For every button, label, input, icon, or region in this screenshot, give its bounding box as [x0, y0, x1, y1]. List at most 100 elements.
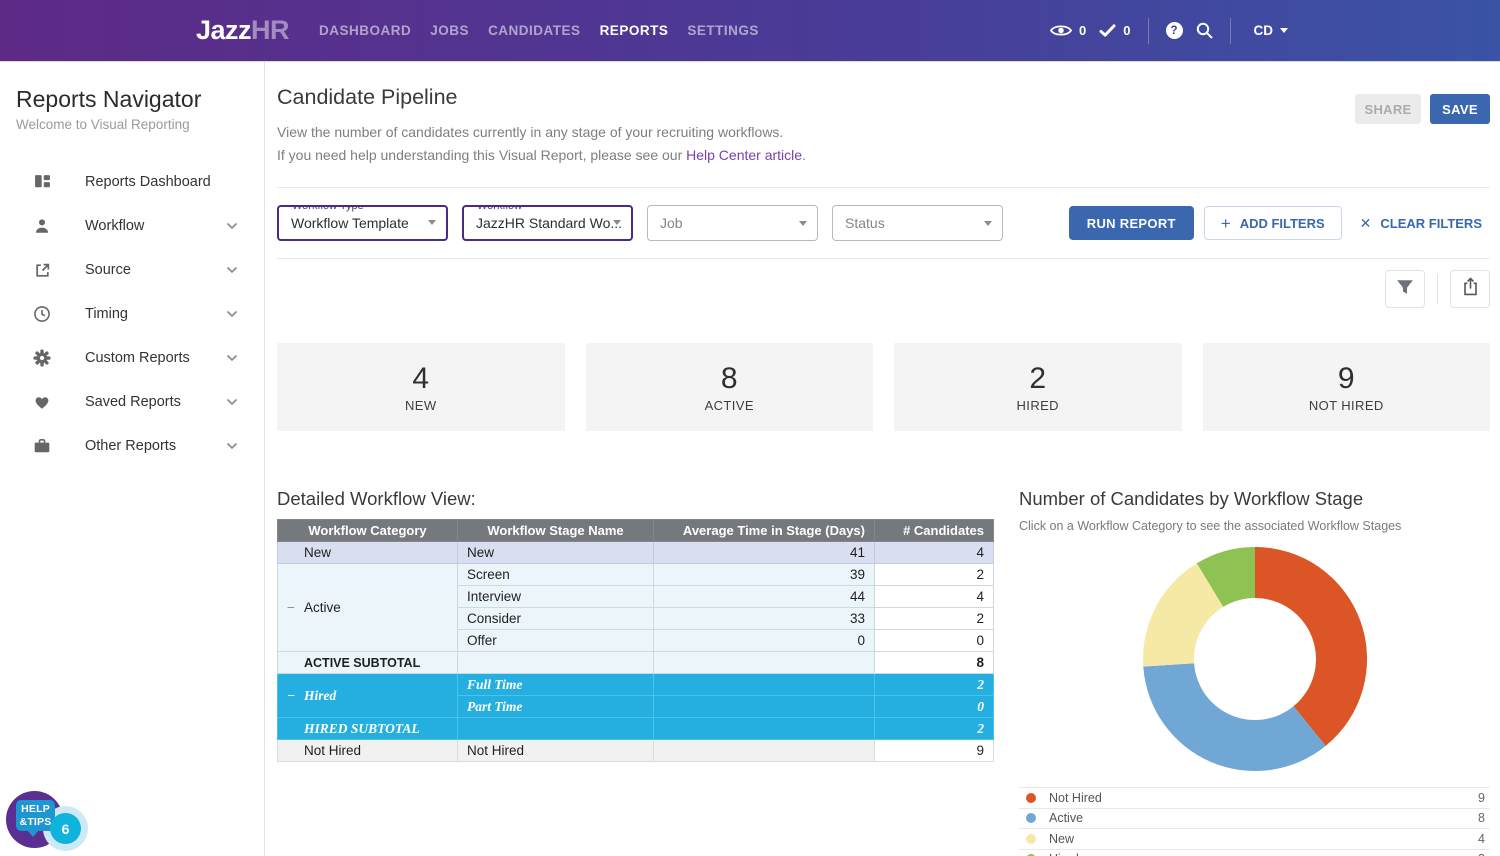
nav-divider [1230, 18, 1231, 44]
table-row[interactable]: Not HiredNot Hired9 [278, 740, 994, 762]
export-button[interactable] [1450, 270, 1490, 308]
user-menu[interactable]: CD [1254, 23, 1289, 38]
table-row[interactable]: ACTIVE SUBTOTAL 8 [278, 652, 994, 674]
workflow-type-label: Workflow Type [287, 205, 369, 213]
workflow-type-select[interactable]: Workflow Type Workflow Template [277, 205, 448, 241]
table-cell: 0 [654, 630, 875, 652]
table-cell: Screen [458, 564, 654, 586]
search-icon[interactable] [1196, 22, 1213, 39]
column-header: Workflow Stage Name [458, 520, 654, 542]
stat-card-hired[interactable]: 2 HIRED [894, 343, 1182, 431]
help-tips-widget[interactable]: HELP &TIPS 6 [6, 789, 90, 855]
jazzhr-logo[interactable]: JazzHR [196, 15, 289, 46]
sidebar-menu: Reports Dashboard Workflow Source Timing… [0, 160, 264, 468]
legend-dot [1026, 834, 1036, 844]
nav-link-dashboard[interactable]: DASHBOARD [319, 23, 411, 38]
nav-link-reports[interactable]: REPORTS [600, 23, 669, 38]
jazzhr-app: JazzHR DASHBOARD JOBS CANDIDATES REPORTS SET… [0, 0, 1500, 856]
legend-dot [1026, 793, 1036, 803]
column-header: Average Time in Stage (Days) [654, 520, 875, 542]
table-cell: 8 [875, 652, 994, 674]
watch-counter[interactable]: 0 [1050, 23, 1086, 38]
stat-card-not-hired[interactable]: 9 NOT HIRED [1203, 343, 1491, 431]
filter-actions: RUN REPORT +ADD FILTERS ✕CLEAR FILTERS [1069, 206, 1490, 240]
chevron-down-icon [226, 398, 238, 406]
chevron-down-icon [226, 310, 238, 318]
table-row[interactable]: −HiredFull Time2 [278, 674, 994, 696]
sidebar-item-timing[interactable]: Timing [0, 292, 264, 336]
table-cell: 0 [875, 630, 994, 652]
sidebar-item-other-reports[interactable]: Other Reports [0, 424, 264, 468]
table-cell [654, 740, 875, 762]
stat-card-active[interactable]: 8 ACTIVE [586, 343, 874, 431]
donut-slice-not-hired[interactable] [1255, 547, 1367, 746]
logo-jazz: Jazz [196, 15, 251, 45]
table-row[interactable]: HIRED SUBTOTAL2 [278, 718, 994, 740]
sidebar-item-label: Timing [85, 306, 128, 322]
job-select[interactable]: Job [647, 205, 818, 241]
workflow-table: Workflow CategoryWorkflow Stage NameAver… [277, 519, 994, 762]
help-icon[interactable]: ? [1166, 22, 1183, 39]
workflow-type-value: Workflow Template [291, 215, 409, 231]
legend-value: 4 [1478, 832, 1490, 846]
clear-filters-button[interactable]: ✕CLEAR FILTERS [1352, 215, 1490, 232]
share-button[interactable]: SHARE [1355, 94, 1421, 124]
table-row[interactable]: −ActiveScreen392 [278, 564, 994, 586]
help-tips-badge: 6 [50, 813, 81, 844]
export-icon [1462, 277, 1479, 301]
table-row[interactable]: NewNew414 [278, 542, 994, 564]
save-button[interactable]: SAVE [1430, 94, 1490, 124]
table-cell [654, 718, 875, 740]
add-filters-button[interactable]: +ADD FILTERS [1204, 206, 1342, 240]
stat-value: 9 [1338, 362, 1355, 396]
legend-item-new[interactable]: New 4 [1019, 828, 1490, 849]
sidebar-item-saved-reports[interactable]: Saved Reports [0, 380, 264, 424]
detailed-workflow-section: Detailed Workflow View: Workflow Categor… [277, 488, 993, 856]
workflow-value: JazzHR Standard Wo... [476, 215, 622, 231]
chevron-down-icon [1280, 28, 1288, 33]
legend-item-active[interactable]: Active 8 [1019, 808, 1490, 829]
table-cell: ACTIVE SUBTOTAL [278, 652, 458, 674]
funnel-icon [1396, 279, 1414, 300]
person-icon [32, 217, 52, 235]
sidebar-item-workflow[interactable]: Workflow [0, 204, 264, 248]
sidebar-item-custom-reports[interactable]: Custom Reports [0, 336, 264, 380]
column-header: # Candidates [875, 520, 994, 542]
chevron-down-icon [799, 221, 807, 226]
legend-value: 8 [1478, 811, 1490, 825]
nav-link-settings[interactable]: SETTINGS [687, 23, 759, 38]
chart-legend: Not Hired 9 Active 8 New 4 Hired 2 [1019, 787, 1490, 856]
table-cell: Part Time [458, 696, 654, 718]
stat-label: NEW [405, 398, 437, 413]
collapse-icon[interactable]: − [287, 688, 304, 704]
table-cell [458, 718, 654, 740]
table-cell: 2 [875, 718, 994, 740]
sidebar-item-label: Other Reports [85, 438, 176, 454]
stat-value: 4 [412, 362, 429, 396]
table-cell: 39 [654, 564, 875, 586]
collapse-icon[interactable]: − [287, 600, 304, 615]
donut-chart[interactable] [1020, 536, 1490, 782]
logo-hr: HR [251, 15, 289, 45]
briefcase-icon [32, 437, 52, 455]
filter-toggle-button[interactable] [1385, 270, 1425, 308]
source-icon [32, 262, 52, 279]
chevron-down-icon [226, 266, 238, 274]
chevron-down-icon [226, 222, 238, 230]
nav-link-candidates[interactable]: CANDIDATES [488, 23, 581, 38]
sidebar-item-source[interactable]: Source [0, 248, 264, 292]
workflow-select[interactable]: Workflow JazzHR Standard Wo... [462, 205, 633, 241]
tasks-counter[interactable]: 0 [1099, 23, 1130, 38]
stat-card-new[interactable]: 4 NEW [277, 343, 565, 431]
legend-item-hired[interactable]: Hired 2 [1019, 849, 1490, 856]
donut-slice-active[interactable] [1143, 663, 1325, 771]
status-select[interactable]: Status [832, 205, 1003, 241]
legend-label: Active [1049, 811, 1083, 825]
nav-link-jobs[interactable]: JOBS [430, 23, 469, 38]
legend-item-not-hired[interactable]: Not Hired 9 [1019, 787, 1490, 808]
table-cell: 9 [875, 740, 994, 762]
sidebar-item-reports-dashboard[interactable]: Reports Dashboard [0, 160, 264, 204]
help-center-link[interactable]: Help Center article [686, 147, 802, 163]
run-report-button[interactable]: RUN REPORT [1069, 206, 1194, 240]
chevron-down-icon [984, 221, 992, 226]
